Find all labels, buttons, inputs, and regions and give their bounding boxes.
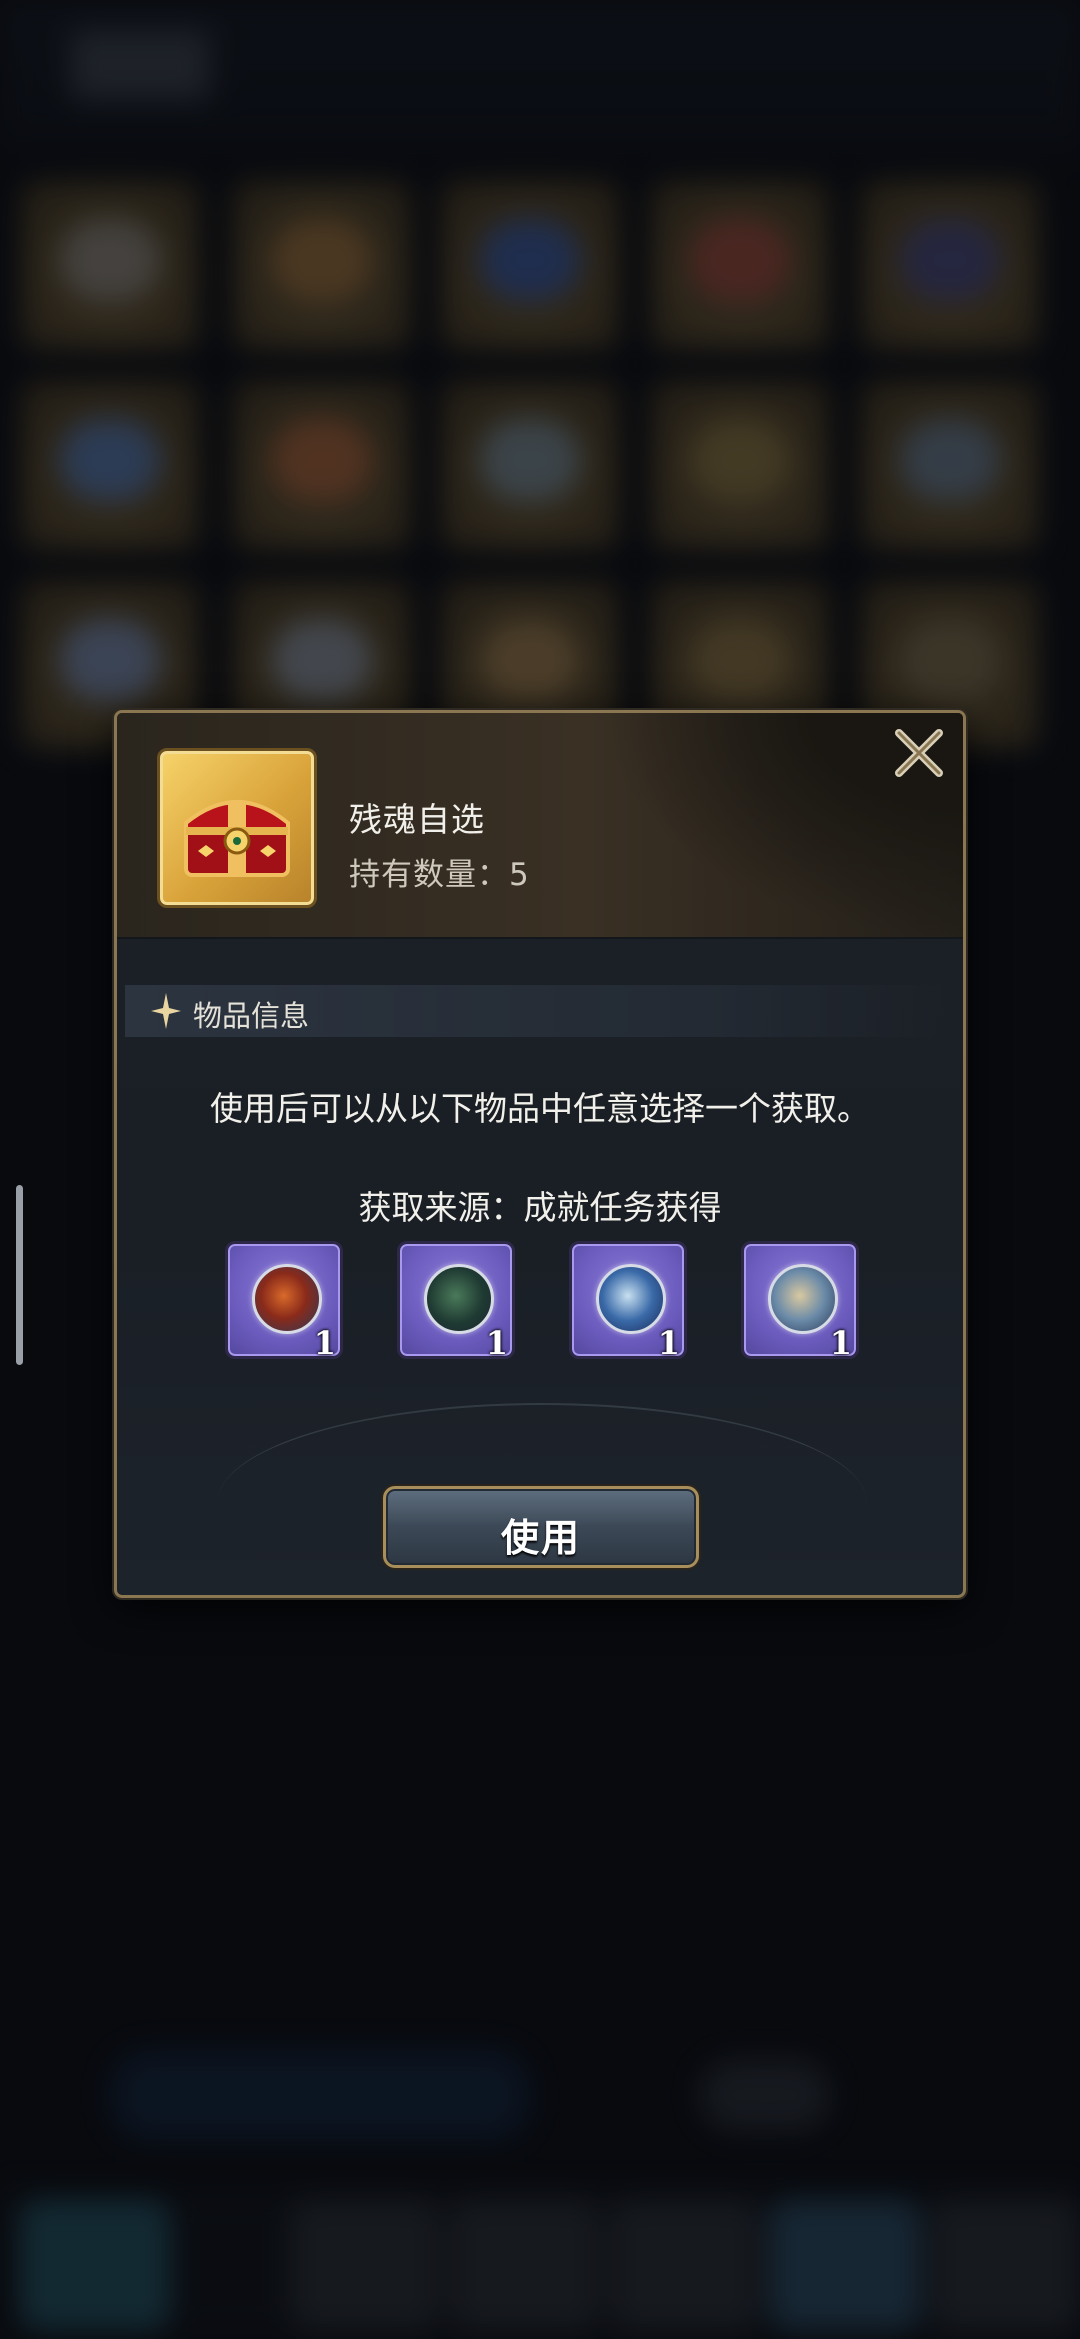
ice-dragon-soul-orb-icon [596,1264,666,1334]
dialog-header: 残魂自选 持有数量：5 [117,713,963,939]
use-button[interactable]: 使用 [383,1486,699,1568]
item-source: 获取来源：成就任务获得 [157,1181,923,1229]
source-label: 获取来源： [358,1188,524,1227]
item-icon-frame [157,748,317,908]
item-info-dialog: 残魂自选 持有数量：5 物品信息 使用后可以从以下物品中任意选择一个获取。 获取… [114,710,966,1598]
source-value: 成就任务获得 [523,1188,722,1227]
reward-item[interactable]: 1 [741,1241,859,1362]
reward-item[interactable]: 1 [569,1241,687,1362]
reward-list: 1 1 1 1 [117,1241,963,1365]
close-icon[interactable] [889,723,949,783]
fire-dragon-soul-orb-icon [252,1264,322,1334]
reward-item[interactable]: 1 [225,1241,343,1362]
quantity-label: 持有数量： [349,857,509,893]
quantity-value: 5 [509,857,530,893]
side-drawer-handle[interactable] [16,1185,23,1365]
storm-spirit-soul-orb-icon [768,1264,838,1334]
reward-count: 1 [829,1324,852,1362]
section-title: 物品信息 [193,999,310,1033]
reward-count: 1 [657,1324,680,1362]
reward-count: 1 [313,1324,336,1362]
section-header: 物品信息 [125,985,955,1037]
sparkle-star-icon [151,993,181,1029]
reward-count: 1 [485,1324,508,1362]
treasure-chest-icon [184,800,290,877]
item-quantity: 持有数量：5 [349,849,530,894]
dark-beast-soul-orb-icon [424,1264,494,1334]
reward-item[interactable]: 1 [397,1241,515,1362]
use-button-label: 使用 [500,1515,581,1560]
item-description: 使用后可以从以下物品中任意选择一个获取。 [210,1089,870,1128]
item-name: 残魂自选 [349,800,485,839]
